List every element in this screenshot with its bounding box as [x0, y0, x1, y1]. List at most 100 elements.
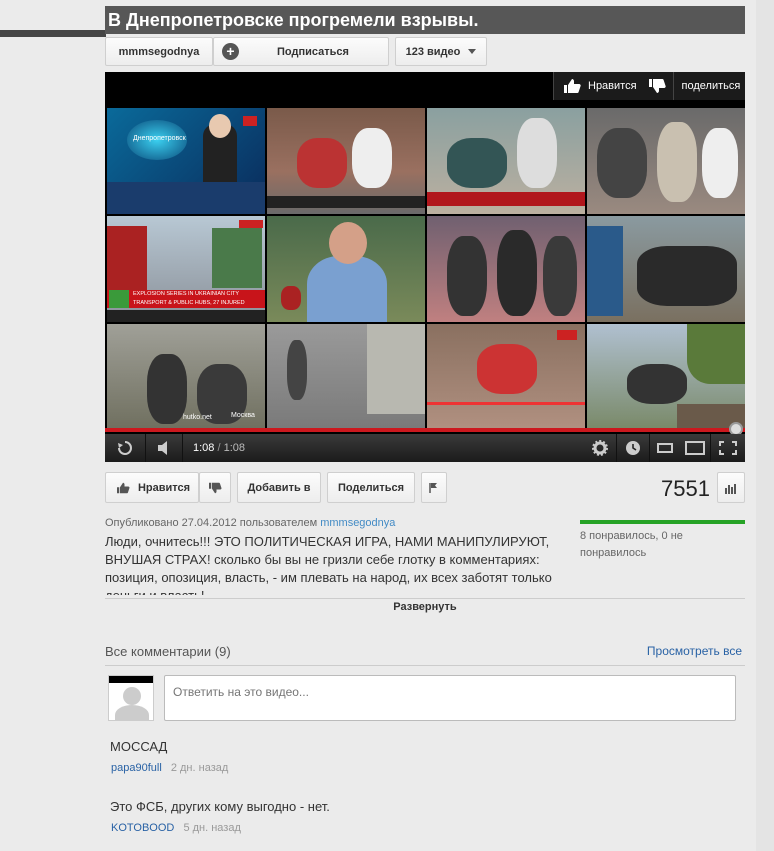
rt-logo [109, 290, 129, 308]
thumbs-up-icon [116, 482, 130, 493]
frame-thumbnail [427, 324, 585, 428]
crowd-shape [637, 246, 737, 306]
thumbs-down-icon [209, 482, 222, 493]
frame-thumbnail [427, 216, 585, 322]
time-current: 1:08 [193, 442, 215, 454]
tram-shape [587, 226, 623, 316]
frame-thumbnail [267, 324, 425, 428]
dislike-button[interactable] [199, 472, 231, 503]
frame-location: Москва [231, 412, 255, 419]
inset-frame [212, 228, 262, 288]
crowd-shape [447, 138, 507, 188]
crowd-shape [297, 138, 347, 188]
comment-text: МОССАД [110, 739, 168, 754]
like-button[interactable]: Нравится [105, 472, 199, 503]
player-controls: 1:08 / 1:08 [105, 434, 745, 462]
comment-time: 5 дн. назад [183, 822, 241, 834]
divider [553, 72, 554, 100]
plus-icon: + [222, 43, 239, 60]
person-face [329, 222, 367, 264]
building [367, 324, 425, 414]
time-total: 1:08 [223, 442, 246, 454]
fullscreen-icon[interactable] [711, 434, 745, 462]
crowd-shape [477, 344, 537, 394]
volume-icon[interactable] [146, 434, 182, 462]
progress-fill [105, 428, 745, 432]
crowd-shape [517, 118, 557, 188]
frame-thumbnail [587, 216, 745, 322]
videos-dropdown-button[interactable]: 123 видео [395, 37, 487, 66]
crowd-shape [497, 230, 537, 316]
add-to-button[interactable]: Добавить в [237, 472, 321, 503]
share-button[interactable]: Поделиться [327, 472, 415, 503]
large-player-icon[interactable] [680, 434, 710, 462]
divider [182, 434, 183, 462]
comment-meta: KOTOBOOD 5 дн. назад [111, 822, 241, 834]
player-overlay-bar: Нравится поделиться [553, 72, 745, 100]
chevron-down-icon [468, 49, 477, 54]
video-player[interactable]: Нравится поделиться Днепропетровск EXPLO… [105, 72, 745, 462]
published-info: Опубликовано 27.04.2012 пользователем mm… [105, 517, 395, 529]
comment-author-link[interactable]: papa90full [111, 762, 162, 774]
frame-thumbnail: hutko.net Москва [107, 324, 265, 428]
banner-line-2: TRANSPORT & PUBLIC HUBS, 27 INJURED [133, 300, 245, 306]
comment-author-link[interactable]: KOTOBOOD [111, 822, 174, 834]
frame-thumbnail [267, 216, 425, 322]
videos-count-label: 123 видео [405, 45, 461, 58]
subscribe-label: Подписаться [277, 45, 349, 58]
police-tape [427, 402, 585, 405]
thumbs-down-icon[interactable] [645, 77, 669, 95]
stats-button[interactable] [717, 472, 745, 503]
like-label: Нравится [137, 481, 191, 494]
frame-thumbnail: Днепропетровск [107, 108, 265, 214]
small-player-icon[interactable] [650, 434, 680, 462]
subscribe-button[interactable]: + Подписаться [213, 37, 389, 66]
anchor-face [209, 114, 231, 138]
news-ticker [107, 310, 265, 322]
avatar-body [115, 705, 149, 720]
comment-text: Это ФСБ, других кому выгодно - нет. [110, 799, 330, 814]
channel-logo-text: Днепропетровск [133, 135, 186, 142]
crowd-shape [597, 128, 647, 198]
crowd-shape [287, 340, 307, 400]
news-ticker [427, 192, 585, 206]
frame-thumbnail: EXPLOSION SERIES IN UKRAINIAN CITY TRANS… [107, 216, 265, 322]
frame-thumbnail [587, 324, 745, 428]
comments-title: Все комментарии (9) [105, 644, 231, 659]
tv-logo-badge [557, 330, 577, 340]
person-shirt [307, 256, 387, 322]
thumbs-up-icon[interactable] [560, 77, 584, 95]
crowd-shape [627, 364, 687, 404]
frame-thumbnail [587, 108, 745, 214]
flag-button[interactable] [421, 472, 447, 503]
frame-thumbnail [267, 108, 425, 214]
banner-line-1: EXPLOSION SERIES IN UKRAINIAN CITY [133, 291, 240, 297]
news-desk [107, 182, 265, 214]
published-prefix: Опубликовано 27.04.2012 пользователем [105, 517, 318, 529]
video-description: Люди, очнитесь!!! ЭТО ПОЛИТИЧЕСКАЯ ИГРА,… [105, 534, 552, 595]
live-badge [239, 220, 263, 228]
player-like-label[interactable]: Нравится [588, 80, 637, 92]
crowd-shape [147, 354, 187, 424]
news-banner: EXPLOSION SERIES IN UKRAINIAN CITY TRANS… [107, 290, 265, 308]
frame-thumbnail [427, 108, 585, 214]
divider [672, 72, 674, 100]
tram-shape [107, 226, 147, 296]
comments-header: Все комментарии (9) Просмотреть все [105, 644, 745, 666]
watch-later-icon[interactable] [617, 434, 649, 462]
avatar-top-bar [109, 676, 153, 683]
likes-summary: 8 понравилось, 0 не понравилось [580, 530, 683, 559]
crowd-shape [543, 236, 577, 316]
expand-description-button[interactable]: Развернуть [105, 598, 745, 615]
view-all-comments-link[interactable]: Просмотреть все [647, 644, 742, 658]
comment-input[interactable] [164, 675, 736, 721]
frame-credit: hutko.net [183, 414, 212, 421]
flag-icon [429, 482, 437, 493]
uploader-link[interactable]: mmmsegodnya [320, 517, 395, 529]
channel-button[interactable]: mmmsegodnya [105, 37, 213, 66]
bar-chart-icon [725, 483, 736, 494]
replay-icon[interactable] [105, 434, 145, 462]
progress-bar[interactable] [105, 422, 745, 436]
player-share-label[interactable]: поделиться [682, 80, 741, 92]
gear-icon[interactable] [584, 434, 616, 462]
